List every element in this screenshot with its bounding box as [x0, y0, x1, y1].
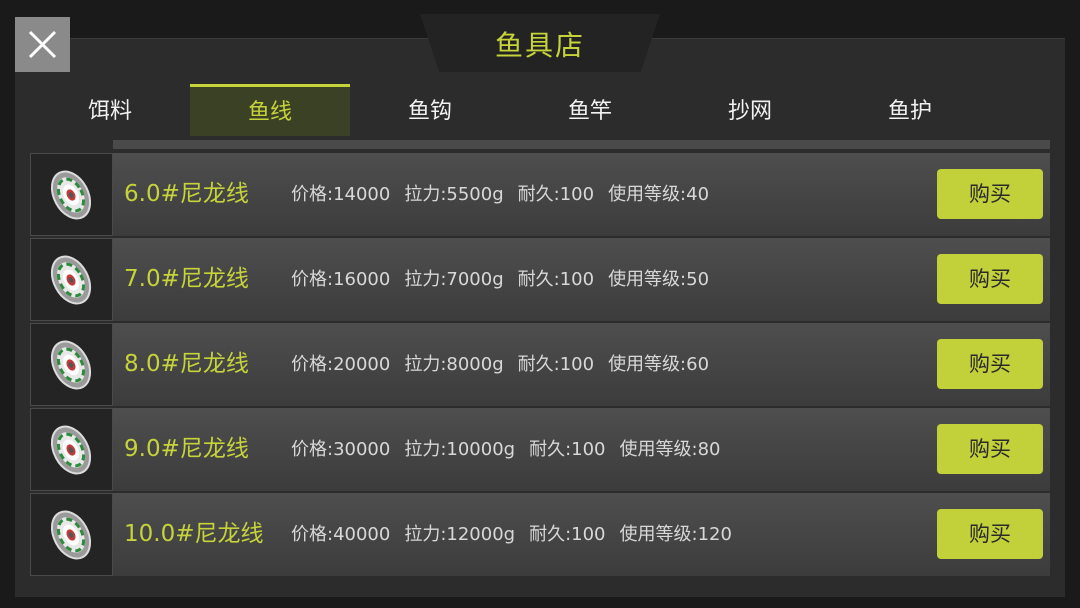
- item-icon-box: [30, 153, 113, 236]
- tab-bait[interactable]: 饵料: [30, 84, 190, 136]
- item-durability: 耐久:100: [517, 354, 595, 375]
- item-name: 10.0#尼龙线: [124, 521, 264, 547]
- item-level: 使用等级:120: [619, 524, 732, 545]
- item-stats: 价格:14000 拉力:5500g 耐久:100 使用等级:40: [291, 153, 723, 236]
- item-strength: 拉力:8000g: [404, 354, 504, 375]
- item-icon-box: [30, 408, 113, 491]
- buy-button[interactable]: 购买: [937, 254, 1043, 304]
- item-level: 使用等级:80: [619, 439, 721, 460]
- fishing-line-spool-icon: [50, 340, 92, 390]
- buy-button[interactable]: 购买: [937, 509, 1043, 559]
- item-price: 价格:40000: [291, 524, 391, 545]
- item-stats: 价格:20000 拉力:8000g 耐久:100 使用等级:60: [291, 323, 723, 406]
- item-strength: 拉力:12000g: [404, 524, 516, 545]
- tab-landing-net[interactable]: 抄网: [670, 84, 830, 136]
- item-stats: 价格:16000 拉力:7000g 耐久:100 使用等级:50: [291, 238, 723, 321]
- item-icon-box: [30, 493, 113, 576]
- item-name: 7.0#尼龙线: [124, 266, 249, 292]
- item-icon-box: [30, 238, 113, 321]
- item-strength: 拉力:7000g: [404, 269, 504, 290]
- tab-rod[interactable]: 鱼竿: [510, 84, 670, 136]
- buy-button[interactable]: 购买: [937, 424, 1043, 474]
- item-level: 使用等级:40: [608, 184, 710, 205]
- item-level: 使用等级:60: [608, 354, 710, 375]
- shop-title: 鱼具店: [494, 29, 585, 62]
- fishing-line-spool-icon: [50, 255, 92, 305]
- item-durability: 耐久:100: [517, 269, 595, 290]
- item-stats: 价格:30000 拉力:10000g 耐久:100 使用等级:80: [291, 408, 734, 491]
- buy-button[interactable]: 购买: [937, 169, 1043, 219]
- fishing-line-spool-icon: [50, 170, 92, 220]
- item-stats: 价格:40000 拉力:12000g 耐久:100 使用等级:120: [291, 493, 746, 576]
- tab-fishing-line[interactable]: 鱼线: [190, 84, 350, 136]
- item-price: 价格:30000: [291, 439, 391, 460]
- item-strength: 拉力:5500g: [404, 184, 504, 205]
- item-price: 价格:20000: [291, 354, 391, 375]
- item-icon-box: [30, 323, 113, 406]
- list-scroll-edge: [113, 140, 1050, 149]
- item-strength: 拉力:10000g: [404, 439, 516, 460]
- close-icon: [28, 30, 57, 59]
- list-item: 10.0#尼龙线 价格:40000 拉力:12000g 耐久:100 使用等级:120…: [30, 493, 1050, 576]
- item-durability: 耐久:100: [529, 524, 606, 545]
- item-price: 价格:14000: [291, 184, 391, 205]
- list-item: 6.0#尼龙线 价格:14000 拉力:5500g 耐久:100 使用等级:40 购买: [30, 153, 1050, 236]
- list-item: 9.0#尼龙线 价格:30000 拉力:10000g 耐久:100 使用等级:80 购…: [30, 408, 1050, 491]
- item-price: 价格:16000: [291, 269, 391, 290]
- fishing-line-spool-icon: [50, 510, 92, 560]
- list-item: 7.0#尼龙线 价格:16000 拉力:7000g 耐久:100 使用等级:50 购买: [30, 238, 1050, 321]
- tab-hook[interactable]: 鱼钩: [350, 84, 510, 136]
- category-tabs: 饵料 鱼线 鱼钩 鱼竿 抄网 鱼护: [30, 84, 1050, 136]
- list-item: 8.0#尼龙线 价格:20000 拉力:8000g 耐久:100 使用等级:60 购买: [30, 323, 1050, 406]
- item-level: 使用等级:50: [608, 269, 710, 290]
- item-name: 9.0#尼龙线: [124, 436, 249, 462]
- item-name: 8.0#尼龙线: [124, 351, 249, 377]
- close-button[interactable]: [15, 17, 70, 72]
- fishing-line-spool-icon: [50, 425, 92, 475]
- item-name: 6.0#尼龙线: [124, 181, 249, 207]
- tab-fish-keeper[interactable]: 鱼护: [830, 84, 990, 136]
- item-durability: 耐久:100: [517, 184, 595, 205]
- item-durability: 耐久:100: [529, 439, 606, 460]
- buy-button[interactable]: 购买: [937, 339, 1043, 389]
